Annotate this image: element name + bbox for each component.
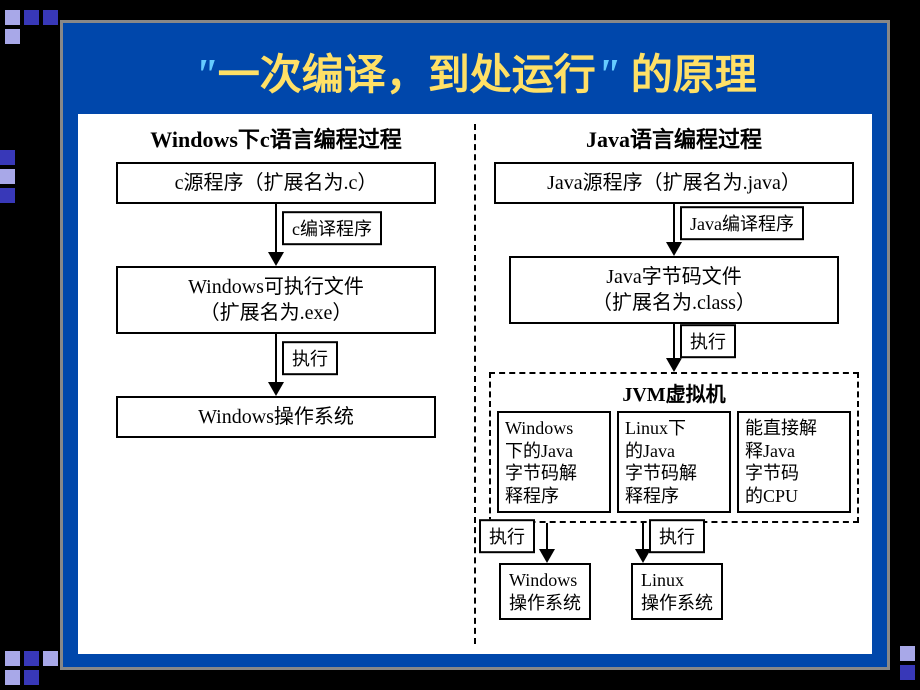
quote-close: " xyxy=(596,50,620,99)
diagram-content: Windows下c语言编程过程 c源程序（扩展名为.c） c编译程序 Windo… xyxy=(78,114,872,654)
c-exec-arrow: 执行 xyxy=(268,334,284,396)
os-row: Windows 操作系统 Linux 操作系统 xyxy=(489,563,859,620)
slide-title: "一次编译，到处运行" 的原理 xyxy=(63,23,887,114)
os-arrows: 执行 执行 xyxy=(489,523,859,563)
c-heading: Windows下c语言编程过程 xyxy=(150,122,401,154)
quote-open: " xyxy=(193,50,217,99)
deco-bottom-right xyxy=(900,646,915,680)
title-main: 一次编译，到处运行 xyxy=(218,53,596,99)
c-compile-arrow: c编译程序 xyxy=(268,204,284,266)
c-compile-label: c编译程序 xyxy=(282,211,382,245)
jvm-title: JVM虚拟机 xyxy=(497,378,851,407)
jvm-windows-box: Windows 下的Java 字节码解 释程序 xyxy=(497,411,611,513)
os-exec-label-2: 执行 xyxy=(649,519,705,553)
c-os-box: Windows操作系统 xyxy=(116,396,436,438)
java-bytecode-box: Java字节码文件 （扩展名为.class） xyxy=(509,256,839,324)
java-column: Java语言编程过程 Java源程序（扩展名为.java） Java编译程序 J… xyxy=(476,114,872,654)
jvm-container: JVM虚拟机 Windows 下的Java 字节码解 释程序 Linux下 的J… xyxy=(489,372,859,523)
java-compile-arrow: Java编译程序 xyxy=(666,204,682,256)
deco-left xyxy=(0,150,15,203)
deco-top-left xyxy=(5,10,65,44)
os-exec-label-1: 执行 xyxy=(479,519,535,553)
java-source-box: Java源程序（扩展名为.java） xyxy=(494,162,854,204)
java-compile-label: Java编译程序 xyxy=(680,206,804,240)
os-arrow-2: 执行 xyxy=(635,523,651,563)
os-arrow-1: 执行 xyxy=(539,523,555,563)
c-source-box: c源程序（扩展名为.c） xyxy=(116,162,436,204)
java-heading: Java语言编程过程 xyxy=(586,122,762,154)
slide: "一次编译，到处运行" 的原理 Windows下c语言编程过程 c源程序（扩展名… xyxy=(60,20,890,670)
os-linux-box: Linux 操作系统 xyxy=(631,563,723,620)
java-exec-arrow: 执行 xyxy=(666,324,682,372)
os-windows-box: Windows 操作系统 xyxy=(499,563,591,620)
c-exe-box: Windows可执行文件 （扩展名为.exe） xyxy=(116,266,436,334)
java-exec-label: 执行 xyxy=(680,324,736,358)
jvm-linux-box: Linux下 的Java 字节码解 释程序 xyxy=(617,411,731,513)
c-exec-label: 执行 xyxy=(282,341,338,375)
title-suffix: 的原理 xyxy=(620,53,757,99)
c-column: Windows下c语言编程过程 c源程序（扩展名为.c） c编译程序 Windo… xyxy=(78,114,474,654)
jvm-cpu-box: 能直接解 释Java 字节码 的CPU xyxy=(737,411,851,513)
